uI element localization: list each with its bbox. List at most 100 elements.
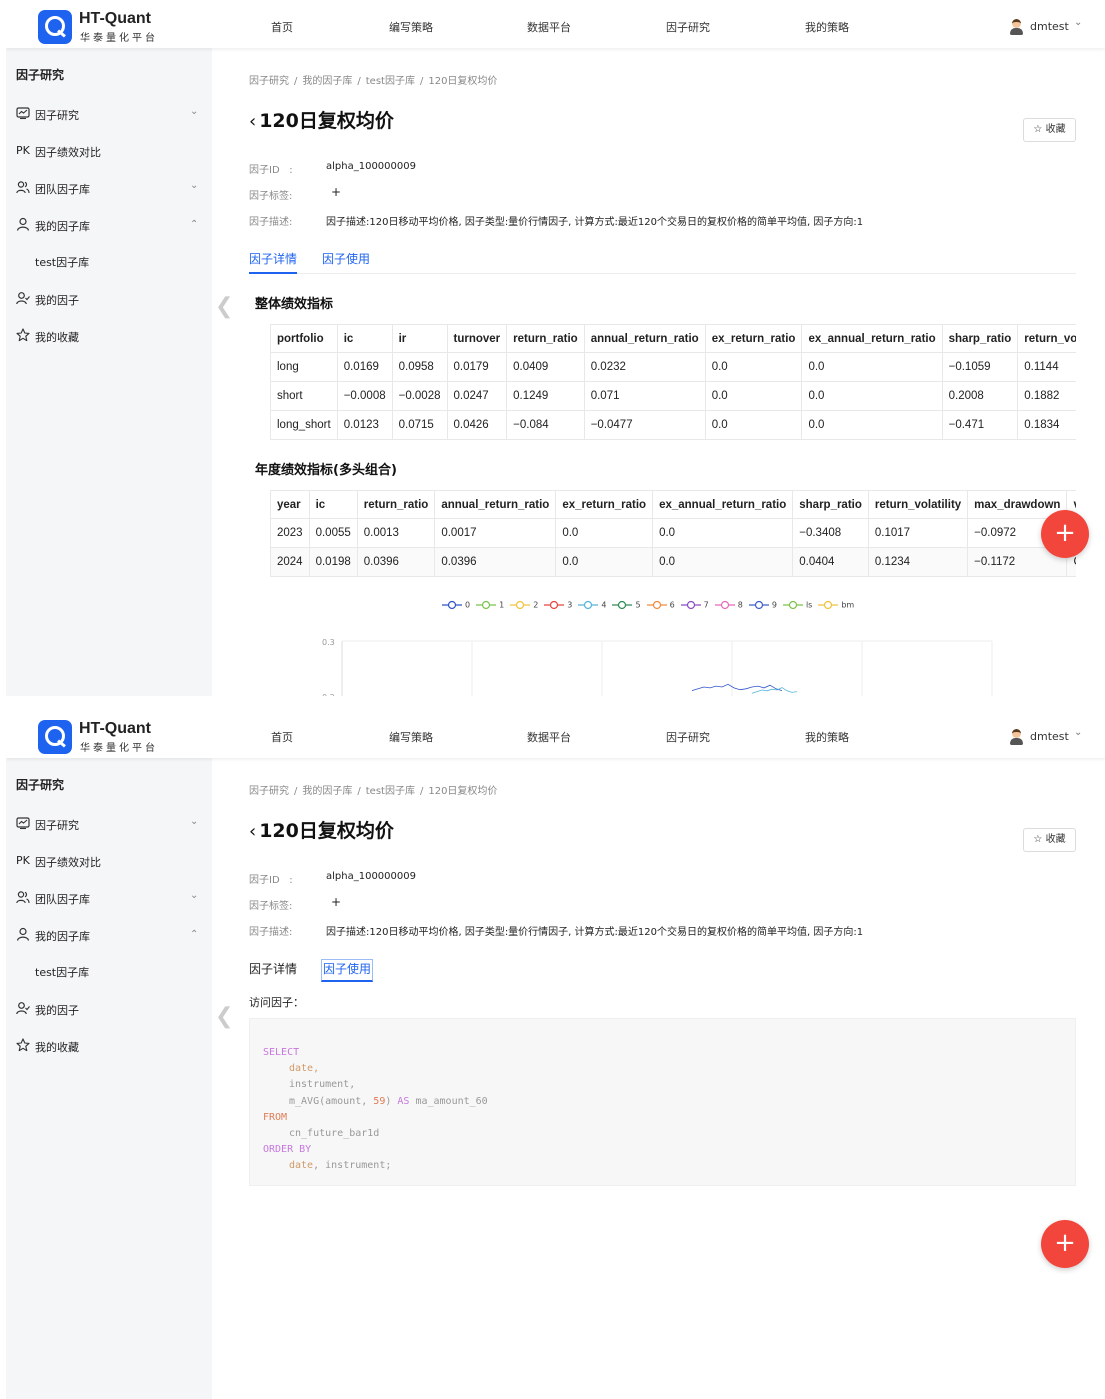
tab-factor-detail[interactable]: 因子详情 <box>249 250 298 274</box>
legend-marker-icon <box>680 600 701 609</box>
column-header[interactable]: ir <box>391 324 448 353</box>
breadcrumb-item: 120日复权均价 <box>428 786 498 797</box>
table-cell: 0.0 <box>704 410 803 440</box>
table-cell: 0.2008 <box>941 381 1019 411</box>
legend-item[interactable]: 1 <box>476 600 504 610</box>
username: dmtest <box>1030 730 1069 743</box>
sidebar-item-test-lib[interactable]: test因子库 <box>35 254 89 270</box>
sidebar-item-test-lib[interactable]: test因子库 <box>35 964 89 980</box>
breadcrumb-item[interactable]: test因子库 <box>366 76 415 87</box>
legend-label: 2 <box>533 600 539 609</box>
legend-item[interactable]: 5 <box>612 600 641 610</box>
add-tag-button[interactable]: + <box>331 185 341 199</box>
column-header[interactable]: turnover <box>446 324 508 353</box>
logo-icon[interactable] <box>38 10 72 44</box>
tab-factor-usage[interactable]: 因子使用 <box>322 250 370 272</box>
factor-desc-label: 因子描述: <box>249 217 293 228</box>
add-fab-button[interactable]: + <box>1041 1220 1089 1268</box>
column-header[interactable]: return_vo <box>1017 324 1076 353</box>
chevron-down-icon: ⌄ <box>1074 17 1083 28</box>
code-line: date, instrument; <box>289 1160 392 1172</box>
factor-tag-label: 因子标签: <box>249 901 293 912</box>
breadcrumb-item[interactable]: test因子库 <box>366 786 415 797</box>
table-cell: 0.1834 <box>1017 410 1076 440</box>
column-header[interactable]: return_ratio <box>506 324 585 353</box>
sidebar-item-label: 我的因子库 <box>35 930 90 943</box>
yearly-table-wrap[interactable]: year ic return_ratio annual_return_ratio ex_… <box>270 490 1076 580</box>
legend-label: 6 <box>669 600 675 609</box>
sidebar-item-label: 我的因子 <box>35 1004 79 1017</box>
nav-data-platform[interactable]: 数据平台 <box>527 729 571 745</box>
nav-my-strategy[interactable]: 我的策略 <box>805 729 849 745</box>
factor-desc-label: 因子描述: <box>249 927 293 938</box>
nav-factor-research[interactable]: 因子研究 <box>666 729 710 745</box>
table-cell: −0.0008 <box>336 381 393 411</box>
back-arrow-icon[interactable]: ‹ <box>249 821 256 842</box>
column-header[interactable]: ex_return_ratio <box>555 490 654 519</box>
column-header[interactable]: ex_annual_return_ratio <box>801 324 943 353</box>
column-header[interactable]: ic <box>308 490 358 519</box>
star-icon: ☆ <box>1033 834 1043 845</box>
table-cell: −0.084 <box>506 410 585 440</box>
legend-item[interactable]: 2 <box>510 600 538 610</box>
tab-factor-detail[interactable]: 因子详情 <box>249 960 297 982</box>
nav-data-platform[interactable]: 数据平台 <box>527 19 571 35</box>
legend-label: 7 <box>703 600 709 609</box>
column-header[interactable]: return_volatility <box>867 490 969 519</box>
sidebar-title: 因子研究 <box>16 68 65 82</box>
breadcrumb-item[interactable]: 因子研究 <box>249 786 289 797</box>
legend-item[interactable]: 6 <box>646 600 675 610</box>
back-arrow-icon[interactable]: ‹ <box>249 111 256 132</box>
column-header[interactable]: portfolio <box>270 324 338 353</box>
table-cell: 0.0232 <box>583 352 706 382</box>
sql-code-block[interactable]: SELECT date, instrument, m_AVG(amount, 59) … <box>249 1018 1076 1186</box>
column-header[interactable]: ic <box>336 324 393 353</box>
nav-home[interactable]: 首页 <box>271 729 293 745</box>
nav-my-strategy[interactable]: 我的策略 <box>805 19 849 35</box>
legend-item[interactable]: 9 <box>748 600 777 610</box>
table-header-row: portfolio ic ir turnover return_ratio annual_… <box>270 324 1076 353</box>
nav-factor-research[interactable]: 因子研究 <box>666 19 710 35</box>
legend-item[interactable]: 7 <box>680 600 709 610</box>
legend-marker-icon <box>510 600 531 609</box>
tab-factor-usage[interactable]: 因子使用 <box>321 959 374 982</box>
legend-label: 8 <box>737 600 743 609</box>
overall-table-wrap[interactable]: portfolio ic ir turnover return_ratio annual_… <box>270 324 1076 444</box>
column-header[interactable]: return_ratio <box>356 490 436 519</box>
sidebar-title: 因子研究 <box>16 778 65 792</box>
nav-write-strategy[interactable]: 编写策略 <box>389 729 433 745</box>
breadcrumb-item[interactable]: 我的因子库 <box>302 786 352 797</box>
column-header[interactable]: year <box>270 490 310 519</box>
legend-item[interactable]: 0 <box>442 600 470 610</box>
table-row: 2024 0.0198 0.0396 0.0396 0.0 0.0 0.0404 0.1234… <box>270 547 1076 577</box>
legend-item[interactable]: ls <box>782 600 812 610</box>
user-icon <box>16 217 30 231</box>
column-header[interactable]: sharp_ratio <box>792 490 869 519</box>
add-tag-button[interactable]: + <box>331 895 341 909</box>
star-icon <box>16 1038 30 1052</box>
table-row: long_short 0.0123 0.0715 0.0426 −0.084 −0.047… <box>270 410 1076 440</box>
breadcrumb-item[interactable]: 我的因子库 <box>302 76 352 87</box>
legend-item[interactable]: 3 <box>544 600 572 610</box>
chart-series-line <box>751 687 798 694</box>
column-header[interactable]: annual_return_ratio <box>434 490 557 519</box>
logo-icon[interactable] <box>38 720 72 754</box>
nav-home[interactable]: 首页 <box>271 19 293 35</box>
legend-item[interactable]: 8 <box>714 600 743 610</box>
favorite-button[interactable]: ☆ 收藏 <box>1023 828 1076 852</box>
add-fab-button[interactable]: + <box>1041 510 1089 558</box>
brand-subtitle: 华泰量化平台 <box>80 33 158 44</box>
favorite-button[interactable]: ☆ 收藏 <box>1023 118 1076 142</box>
column-header[interactable]: sharp_ratio <box>941 324 1019 353</box>
column-header[interactable]: annual_return_ratio <box>583 324 706 353</box>
legend-item[interactable]: bm <box>818 600 854 610</box>
table-cell: 0.0 <box>801 352 943 382</box>
nav-write-strategy[interactable]: 编写策略 <box>389 19 433 35</box>
code-line: m_AVG(amount, 59) AS ma_amount_60 <box>289 1095 488 1107</box>
legend-item[interactable]: 4 <box>578 600 606 610</box>
column-header[interactable]: ex_annual_return_ratio <box>652 490 794 519</box>
column-header[interactable]: ex_return_ratio <box>704 324 803 353</box>
table-cell: 0.0 <box>704 381 803 411</box>
breadcrumb-item[interactable]: 因子研究 <box>249 76 289 87</box>
table-cell: 0.0247 <box>446 381 508 411</box>
